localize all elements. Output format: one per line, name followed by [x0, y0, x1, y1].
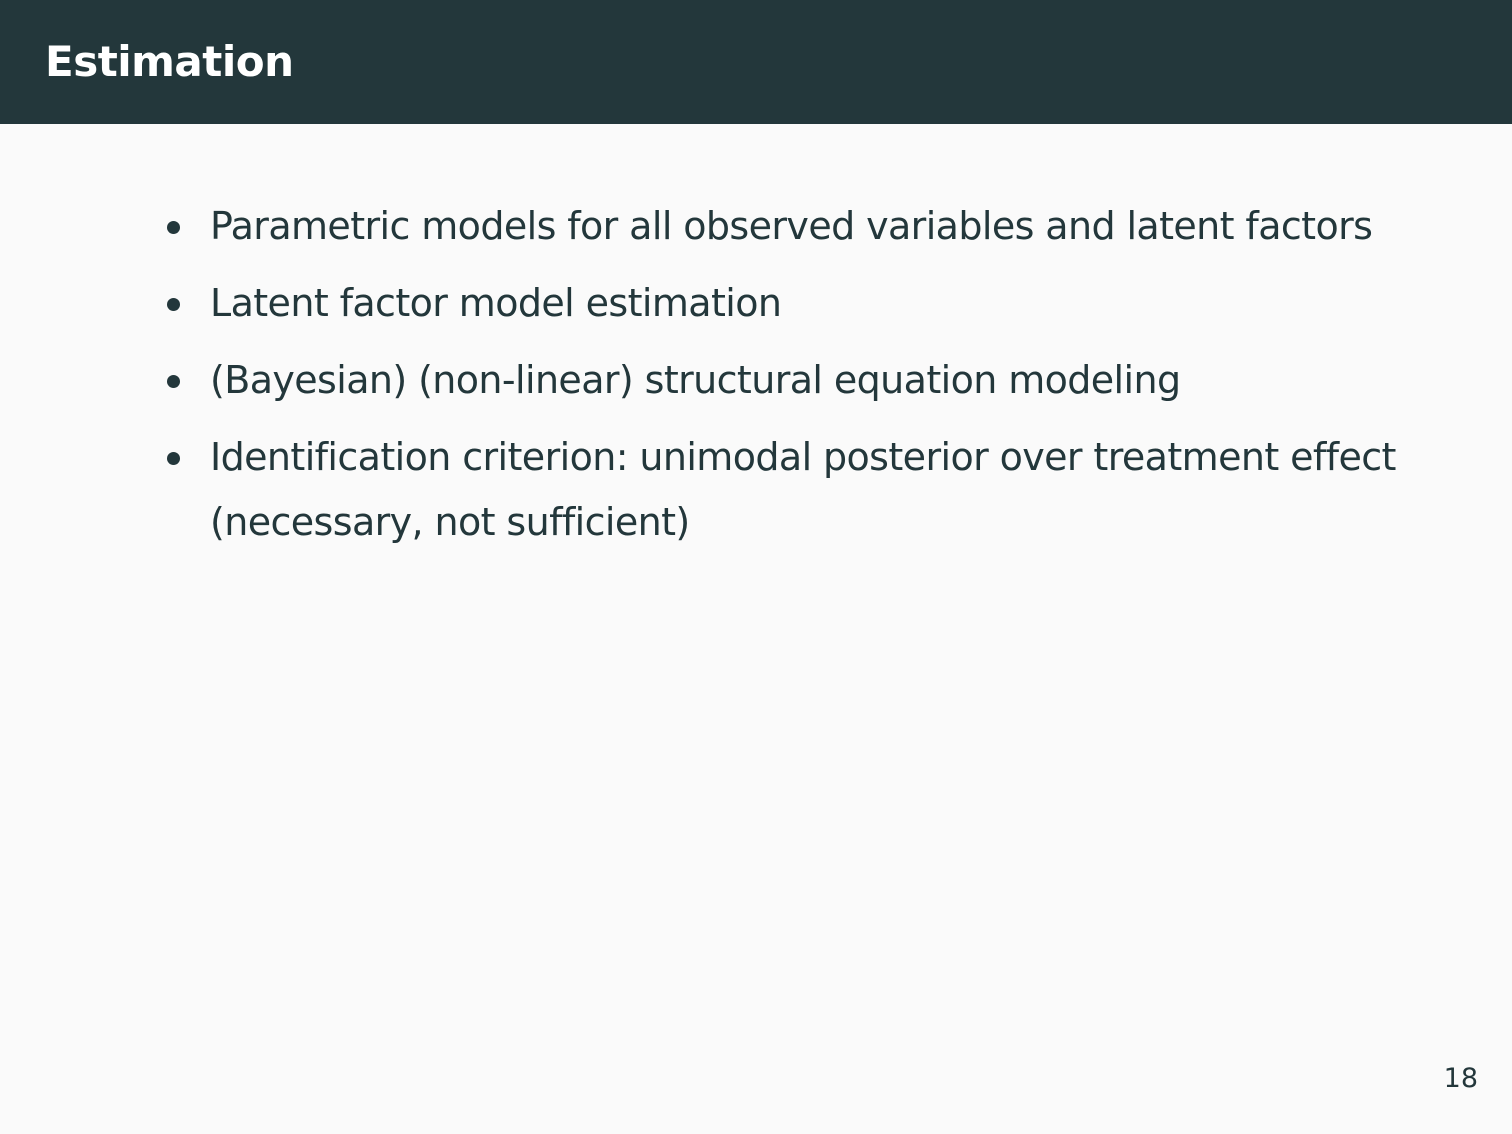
bullet-item: Identification criterion: unimodal poste…	[165, 425, 1425, 555]
bullet-text: Latent factor model estimation	[210, 281, 782, 325]
bullet-list: Parametric models for all observed varia…	[165, 194, 1425, 567]
page-number: 18	[1443, 1063, 1478, 1094]
bullet-text: (Bayesian) (non-linear) structural equat…	[210, 358, 1181, 402]
bullet-text: Parametric models for all observed varia…	[210, 204, 1373, 248]
bullet-icon	[167, 298, 180, 311]
bullet-item: Parametric models for all observed varia…	[165, 194, 1425, 259]
bullet-icon	[167, 452, 180, 465]
slide: Estimation Parametric models for all obs…	[0, 0, 1512, 1134]
bullet-icon	[167, 221, 180, 234]
bullet-item: Latent factor model estimation	[165, 271, 1425, 336]
bullet-item: (Bayesian) (non-linear) structural equat…	[165, 348, 1425, 413]
bullet-icon	[167, 375, 180, 388]
bullet-text: Identification criterion: unimodal poste…	[210, 435, 1396, 544]
slide-title: Estimation	[45, 37, 294, 86]
title-bar: Estimation	[0, 0, 1512, 124]
